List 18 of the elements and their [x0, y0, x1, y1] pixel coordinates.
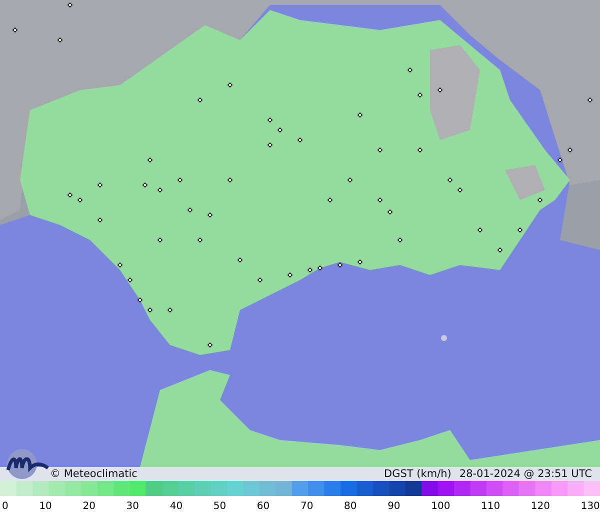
scale-tick-label: 110 [481, 501, 500, 512]
scale-tick-label: 0 [2, 501, 8, 512]
scale-tick-label: 100 [431, 501, 450, 512]
scale-tick-label: 80 [344, 501, 357, 512]
scale-tick-label: 10 [39, 501, 52, 512]
scale-tick-label: 30 [126, 501, 140, 512]
copyright-credit: © Meteoclimatic [50, 468, 138, 480]
scale-tick-label: 130 [580, 501, 600, 512]
scale-tick-label: 70 [300, 501, 314, 512]
timestamp: 28-01-2024 @ 23:51 UTC [459, 468, 592, 480]
scale-tick-label: 20 [82, 501, 96, 512]
variable-title: DGST (km/h) [384, 468, 452, 480]
scale-tick-label: 60 [256, 501, 270, 512]
wave-logo-icon [4, 448, 50, 480]
scale-tick-label: 40 [170, 501, 183, 512]
scale-tick-label: 120 [530, 501, 550, 512]
scale-tick-label: 50 [213, 501, 226, 512]
scale-tick-label: 90 [388, 501, 400, 512]
